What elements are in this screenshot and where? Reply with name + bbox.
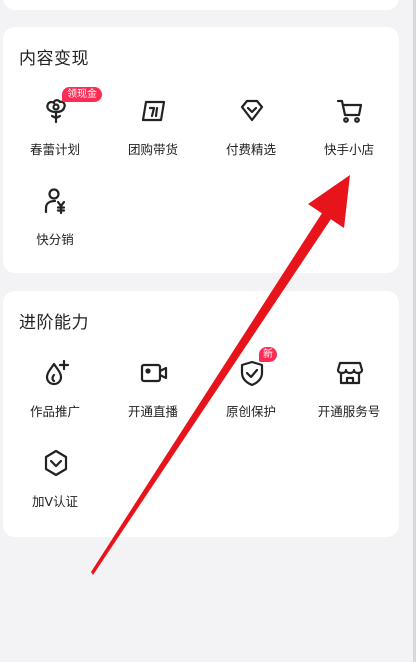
shield-check-icon — [238, 359, 266, 387]
section-content-monetization: 内容变现 领现金 春蕾计划 团购带货 付费精选 快手小店 快分销 — [3, 27, 399, 273]
verify-v-icon — [42, 449, 70, 477]
grid-item-label: 开通直播 — [127, 404, 178, 419]
new-badge: 新 — [259, 347, 277, 362]
live-camera-icon — [140, 359, 168, 387]
store-icon — [336, 359, 364, 387]
shopping-cart-icon — [336, 97, 364, 125]
grid-item-label: 春蕾计划 — [29, 142, 80, 157]
grid-item-label: 团购带货 — [127, 142, 178, 157]
grid-item-label: 快分销 — [36, 232, 74, 247]
grid-item-distribution[interactable]: 快分销 — [6, 187, 104, 257]
grid-item-live[interactable]: 开通直播 — [104, 359, 202, 429]
cash-badge: 领现金 — [62, 87, 102, 102]
section-title: 内容变现 — [19, 49, 89, 69]
grid-item-bud-plan[interactable]: 领现金 春蕾计划 — [6, 87, 104, 167]
distribution-icon — [42, 187, 70, 215]
grid-item-promote[interactable]: 作品推广 — [6, 359, 104, 429]
grid-item-label: 开通服务号 — [317, 404, 381, 419]
grid-item-kuaishou-store[interactable]: 快手小店 — [300, 97, 398, 167]
promote-icon — [42, 359, 70, 387]
grid-item-v-verify[interactable]: 加V认证 — [6, 449, 104, 519]
grid-item-original-protection[interactable]: 新 原创保护 — [202, 347, 300, 429]
grid-item-paid-selection[interactable]: 付费精选 — [202, 97, 300, 167]
grid-item-label: 作品推广 — [29, 404, 80, 419]
grid-item-label: 加V认证 — [31, 494, 79, 509]
group-buy-icon — [140, 97, 168, 125]
grid-item-group-buy[interactable]: 团购带货 — [104, 97, 202, 167]
paid-selection-icon — [238, 97, 266, 125]
top-card-remnant — [3, 0, 399, 10]
section-title: 进阶能力 — [19, 313, 89, 333]
grid-item-service-account[interactable]: 开通服务号 — [300, 359, 398, 429]
grid-item-label: 付费精选 — [225, 142, 276, 157]
grid-item-label: 快手小店 — [323, 142, 374, 157]
section-advanced-abilities: 进阶能力 作品推广 开通直播 新 原创保护 开通服务号 加V认证 — [3, 291, 399, 537]
grid-item-label: 原创保护 — [225, 404, 276, 419]
